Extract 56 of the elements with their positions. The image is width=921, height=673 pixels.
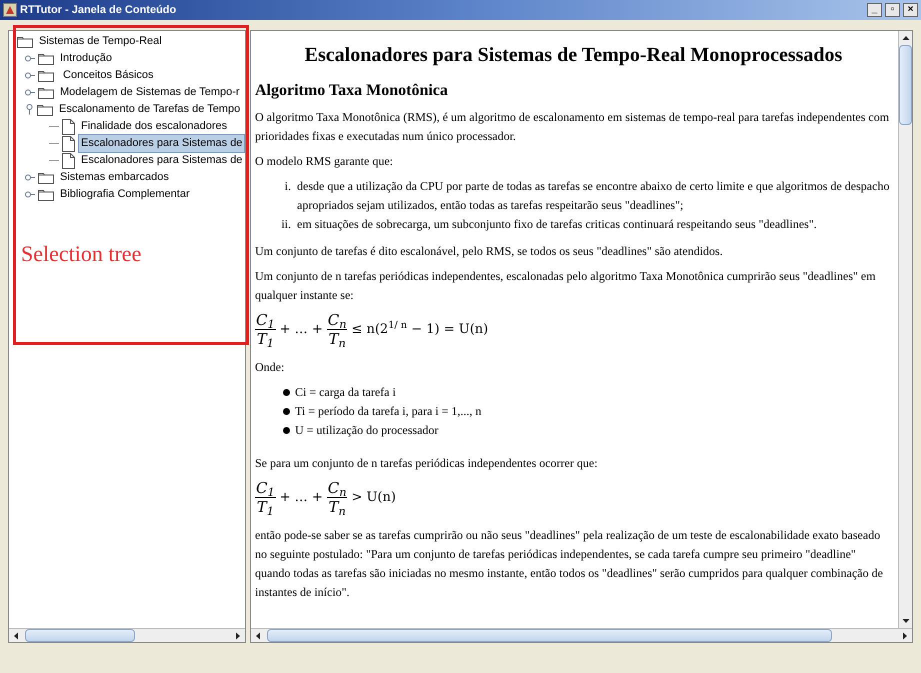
paragraph: então pode-se saber se as tarefas cumprirão ou não seus "deadlines" pela realização de um teste de escalonabilidade exato baseado no seguinte postulado: "Para um conjunto de tarefas periódicas independentes, se cada tarefa cumpre seu primeiro "deadline" quando todas as tarefas são iniciadas no mesmo instante, então todos os "deadlines" serão cumpridos para qualquer combinação de instantes de início". bbox=[255, 527, 884, 601]
list-item: U = utilização do processador bbox=[295, 422, 438, 439]
tree-item[interactable]: Bibliografia Complementar bbox=[57, 185, 193, 204]
tree-item[interactable]: Escalonamento de Tarefas de Tempo bbox=[56, 100, 244, 119]
tree-item[interactable]: Introdução bbox=[57, 49, 115, 68]
window-title: RTTutor - Janela de Conteúdo bbox=[20, 2, 178, 18]
app-icon bbox=[3, 3, 17, 17]
folder-icon bbox=[38, 188, 54, 200]
tree-item[interactable]: Sistemas embarcados bbox=[57, 168, 172, 187]
tree-item[interactable]: Conceitos Básicos bbox=[57, 66, 157, 85]
folder-icon bbox=[38, 172, 54, 184]
bullet-icon bbox=[283, 427, 290, 434]
tree-item[interactable]: Modelagem de Sistemas de Tempo-r bbox=[57, 83, 243, 102]
paragraph: O modelo RMS garante que: bbox=[255, 153, 394, 170]
collapsed-handle-icon[interactable] bbox=[25, 55, 35, 62]
page-title: Escalonadores para Sistemas de Tempo-Real Monoprocessados bbox=[304, 43, 844, 68]
document-icon bbox=[62, 152, 75, 168]
scroll-thumb[interactable] bbox=[267, 629, 832, 642]
paragraph: Se para um conjunto de n tarefas periódicas independentes ocorrer que: bbox=[255, 455, 599, 472]
horizontal-scrollbar[interactable] bbox=[9, 628, 245, 642]
folder-icon bbox=[38, 86, 54, 98]
vertical-scrollbar[interactable] bbox=[898, 31, 912, 628]
document-icon bbox=[62, 136, 75, 152]
collapsed-handle-icon[interactable] bbox=[25, 191, 35, 198]
scroll-thumb[interactable] bbox=[899, 45, 912, 125]
window-control-button[interactable]: ▫ bbox=[885, 3, 900, 17]
paragraph: Onde: bbox=[255, 359, 286, 376]
tree-item[interactable]: Sistemas de Tempo-Real bbox=[36, 32, 165, 51]
paragraph: Um conjunto de tarefas é dito escalonável, pelo RMS, se todos os seus "deadlines" são atendidos. bbox=[255, 243, 724, 260]
window-control-button[interactable]: _ bbox=[867, 3, 882, 17]
section-heading: Algoritmo Taxa Monotônica bbox=[255, 81, 449, 100]
list-item: em situações de sobrecarga, um subconjunto fixo de tarefas criticas continuará respeitando seus "deadlines". bbox=[297, 216, 817, 233]
list-item: desde que a utilização da CPU por parte de todas as tarefas se encontre abaixo de certo limite e que algoritmos de despacho apropriados sejam utilizados, então todas as tarefas respeitarão seus "deadlines"; bbox=[297, 178, 890, 214]
annotation-label: Selection tree bbox=[21, 240, 142, 268]
paragraph: Um conjunto de n tarefas periódicas independentes, escalonadas pelo algoritmo Taxa Monotônica cumprirão seus "deadlines" em qualquer instante se: bbox=[255, 268, 877, 304]
bullet-icon bbox=[283, 408, 290, 415]
tree-item[interactable]: Escalonadores para Sistemas de bbox=[78, 151, 245, 170]
window-control-button[interactable]: × bbox=[903, 3, 918, 17]
folder-icon bbox=[38, 70, 54, 82]
scroll-thumb[interactable] bbox=[25, 629, 135, 642]
tree-item[interactable]: Finalidade dos escalonadores bbox=[78, 117, 230, 136]
bullet-icon bbox=[283, 389, 290, 396]
collapsed-handle-icon[interactable] bbox=[25, 174, 35, 181]
horizontal-scrollbar[interactable] bbox=[251, 628, 912, 642]
folder-icon bbox=[37, 104, 53, 116]
paragraph: O algoritmo Taxa Monotônica (RMS), é um algoritmo de escalonamento em sistemas de tempo-real para tarefas independentes com prioridades fixas e executadas num único processador. bbox=[255, 109, 890, 145]
folder-icon bbox=[38, 52, 54, 64]
collapsed-handle-icon[interactable] bbox=[25, 72, 35, 79]
document-icon bbox=[62, 118, 75, 134]
list-number: ii. bbox=[281, 216, 291, 233]
list-number: i. bbox=[284, 178, 291, 195]
tree-item[interactable]: Escalonadores para Sistemas de bbox=[78, 134, 245, 153]
collapsed-handle-icon[interactable] bbox=[25, 89, 35, 96]
list-item: Ci = carga da tarefa i bbox=[295, 384, 396, 401]
list-item: Ti = período da tarefa i, para i = 1,..., n bbox=[295, 403, 482, 420]
expanded-handle-icon[interactable] bbox=[25, 104, 34, 115]
